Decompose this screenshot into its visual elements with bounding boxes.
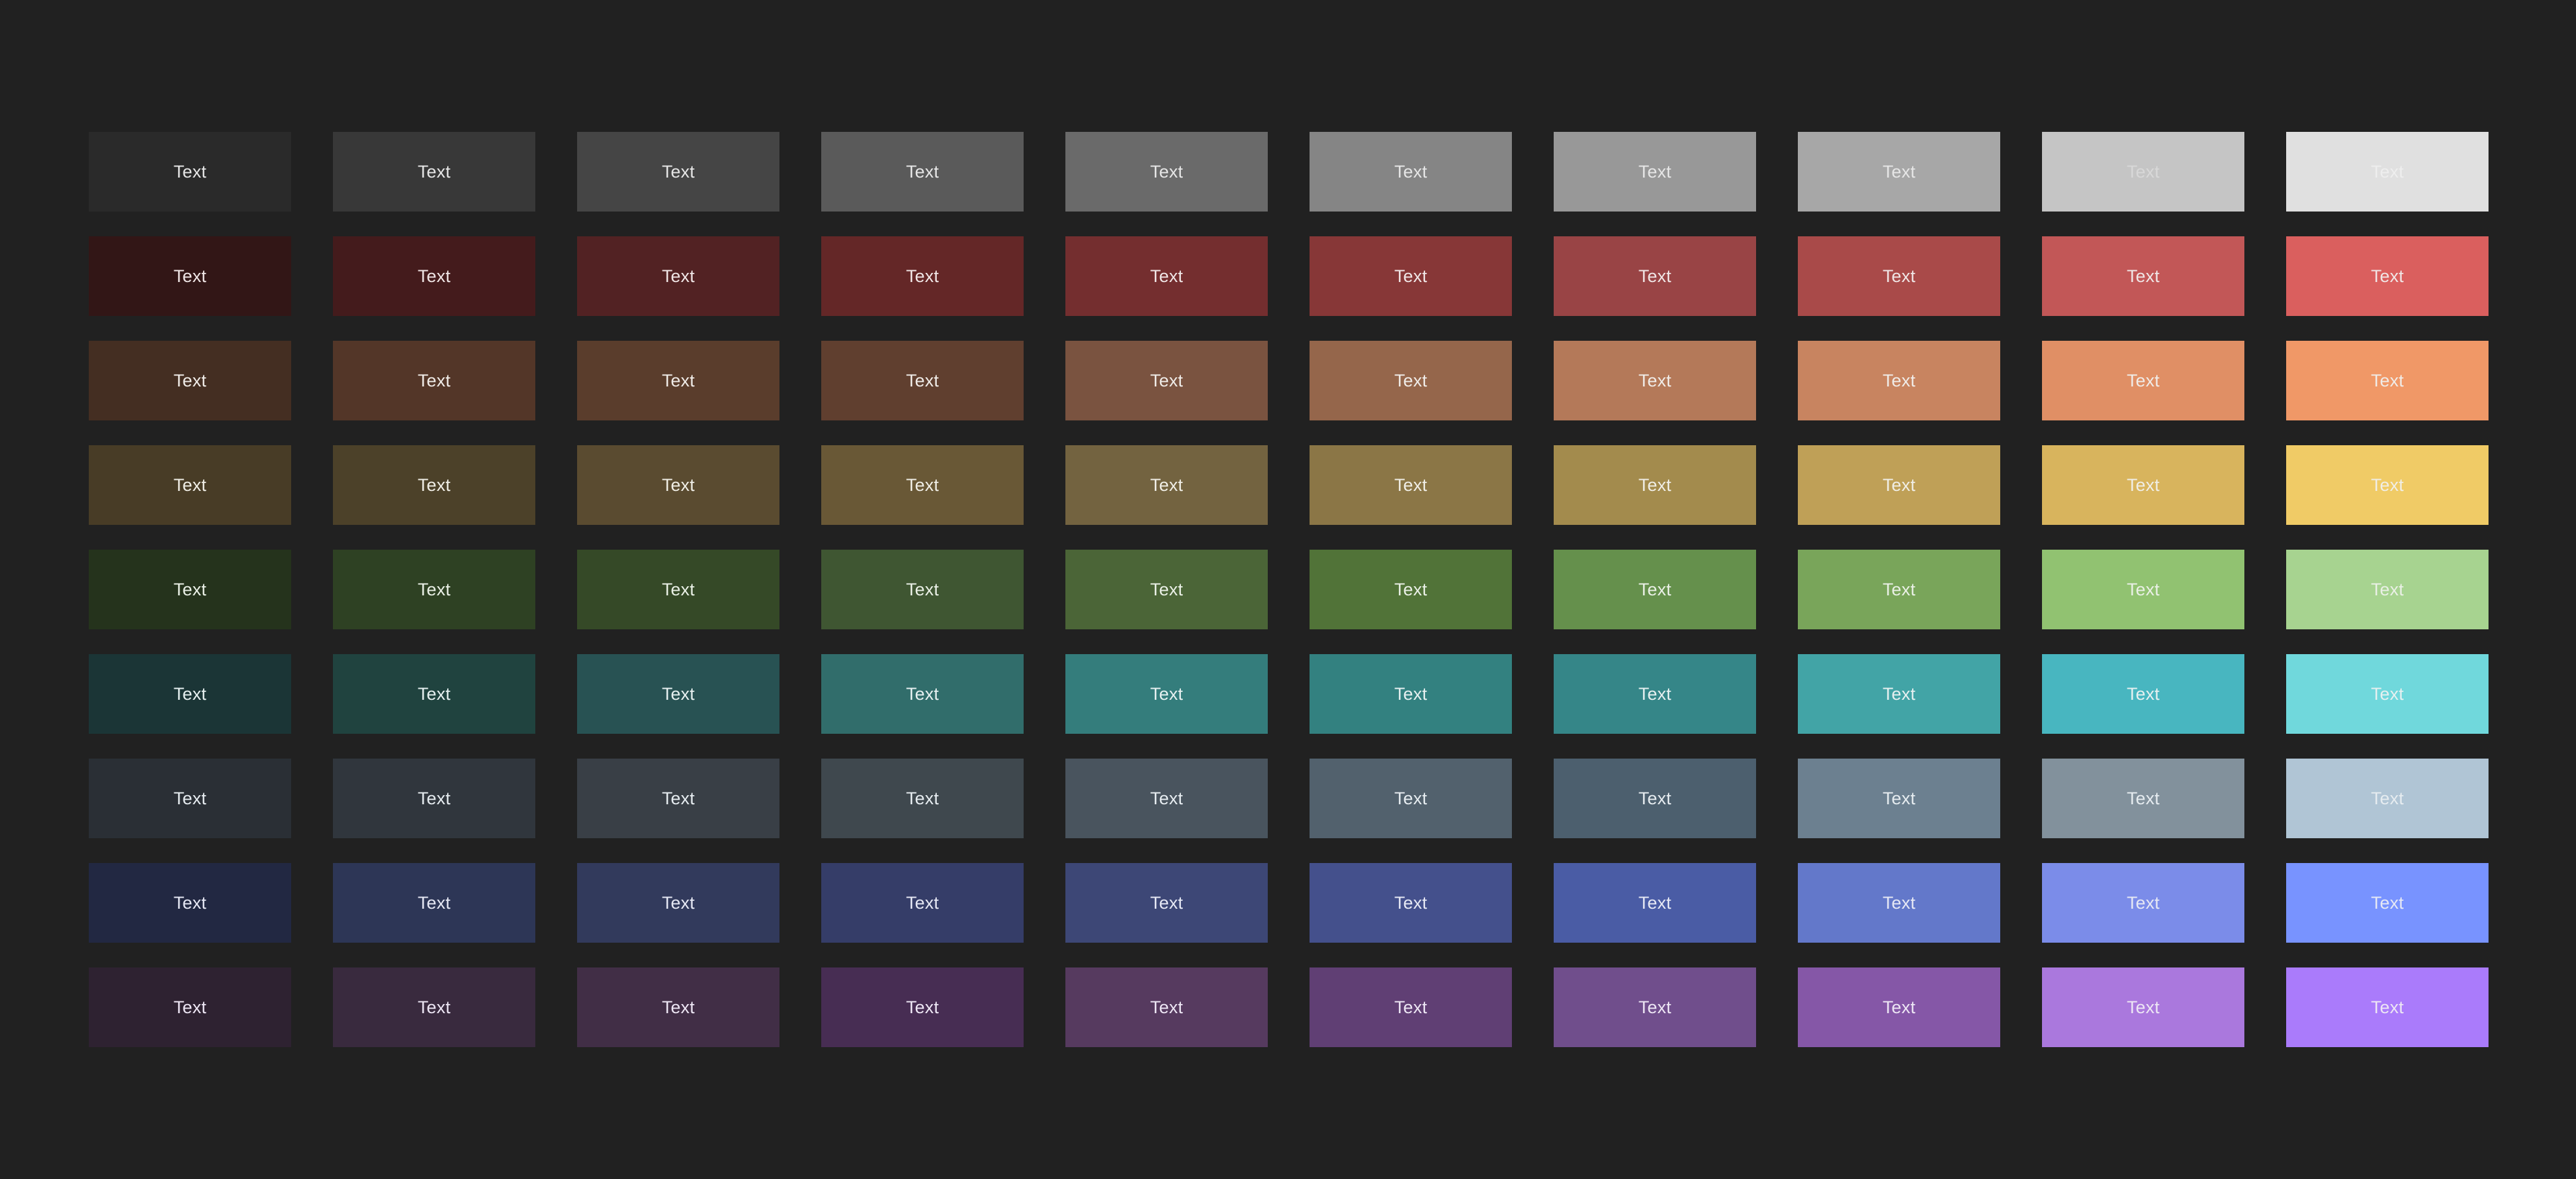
color-swatch: Text <box>89 445 291 525</box>
color-swatch: Text <box>2286 132 2489 212</box>
color-swatch: Text <box>2042 236 2244 316</box>
color-swatch: Text <box>1554 236 1756 316</box>
color-swatch: Text <box>1798 445 2000 525</box>
color-swatch: Text <box>333 654 535 734</box>
color-swatch: Text <box>821 132 1024 212</box>
color-swatch: Text <box>1310 550 1512 629</box>
color-swatch: Text <box>577 759 779 838</box>
color-swatch: Text <box>1798 967 2000 1047</box>
color-swatch: Text <box>577 236 779 316</box>
color-swatch: Text <box>1798 236 2000 316</box>
color-swatch: Text <box>89 550 291 629</box>
color-swatch: Text <box>2042 759 2244 838</box>
color-swatch: Text <box>1554 132 1756 212</box>
color-swatch: Text <box>333 550 535 629</box>
color-swatch: Text <box>89 132 291 212</box>
color-swatch: Text <box>1554 967 1756 1047</box>
color-swatch: Text <box>1310 445 1512 525</box>
color-swatch: Text <box>1798 550 2000 629</box>
color-swatch: Text <box>1065 550 1268 629</box>
color-swatch: Text <box>577 654 779 734</box>
color-swatch: Text <box>821 967 1024 1047</box>
color-swatch: Text <box>1554 550 1756 629</box>
color-swatch: Text <box>2286 759 2489 838</box>
color-swatch: Text <box>2042 132 2244 212</box>
color-swatch: Text <box>1310 341 1512 420</box>
color-swatch: Text <box>1310 236 1512 316</box>
color-swatch: Text <box>821 341 1024 420</box>
color-swatch: Text <box>821 550 1024 629</box>
color-swatch: Text <box>577 445 779 525</box>
color-swatch: Text <box>1065 863 1268 943</box>
color-swatch: Text <box>1554 445 1756 525</box>
color-swatch: Text <box>1554 654 1756 734</box>
color-swatch: Text <box>89 654 291 734</box>
color-swatch: Text <box>89 236 291 316</box>
color-swatch: Text <box>89 863 291 943</box>
color-swatch: Text <box>2042 863 2244 943</box>
color-swatch: Text <box>2042 654 2244 734</box>
color-swatch: Text <box>1065 341 1268 420</box>
color-swatch: Text <box>1310 132 1512 212</box>
color-swatch: Text <box>2286 967 2489 1047</box>
color-swatch: Text <box>1798 863 2000 943</box>
swatch-grid: Text Text Text Text Text Text Text Text Text Text… <box>89 132 2489 1047</box>
color-swatch: Text <box>333 341 535 420</box>
color-swatch: Text <box>577 341 779 420</box>
color-swatch: Text <box>2042 445 2244 525</box>
color-swatch: Text <box>1554 863 1756 943</box>
color-swatch: Text <box>333 236 535 316</box>
color-swatch: Text <box>577 967 779 1047</box>
color-swatch: Text <box>2286 236 2489 316</box>
color-swatch: Text <box>1798 654 2000 734</box>
color-swatch: Text <box>577 132 779 212</box>
color-swatch: Text <box>333 132 535 212</box>
color-swatch: Text <box>1065 236 1268 316</box>
color-swatch: Text <box>1310 759 1512 838</box>
color-swatch: Text <box>1065 445 1268 525</box>
color-swatch: Text <box>577 863 779 943</box>
color-swatch: Text <box>1798 341 2000 420</box>
color-swatch: Text <box>2042 967 2244 1047</box>
color-swatch: Text <box>1798 759 2000 838</box>
color-swatch: Text <box>2286 550 2489 629</box>
color-swatch: Text <box>333 445 535 525</box>
color-swatch: Text <box>2286 863 2489 943</box>
color-swatch: Text <box>1554 759 1756 838</box>
color-swatch: Text <box>89 759 291 838</box>
color-swatch: Text <box>821 236 1024 316</box>
color-swatch: Text <box>2286 341 2489 420</box>
color-swatch: Text <box>821 654 1024 734</box>
color-swatch: Text <box>821 863 1024 943</box>
color-swatch: Text <box>2286 445 2489 525</box>
color-swatch: Text <box>1065 967 1268 1047</box>
color-swatch: Text <box>1310 863 1512 943</box>
color-swatch: Text <box>1065 132 1268 212</box>
color-swatch: Text <box>1310 654 1512 734</box>
color-swatch: Text <box>333 863 535 943</box>
color-swatch: Text <box>333 759 535 838</box>
color-swatch: Text <box>821 759 1024 838</box>
color-swatch: Text <box>89 341 291 420</box>
color-swatch: Text <box>1554 341 1756 420</box>
color-swatch: Text <box>89 967 291 1047</box>
color-swatch: Text <box>1798 132 2000 212</box>
color-swatch: Text <box>1310 967 1512 1047</box>
color-swatch: Text <box>2286 654 2489 734</box>
color-swatch: Text <box>2042 341 2244 420</box>
color-swatch: Text <box>1065 654 1268 734</box>
color-swatch: Text <box>821 445 1024 525</box>
color-swatch: Text <box>2042 550 2244 629</box>
color-swatch: Text <box>333 967 535 1047</box>
color-swatch: Text <box>1065 759 1268 838</box>
color-swatch: Text <box>577 550 779 629</box>
